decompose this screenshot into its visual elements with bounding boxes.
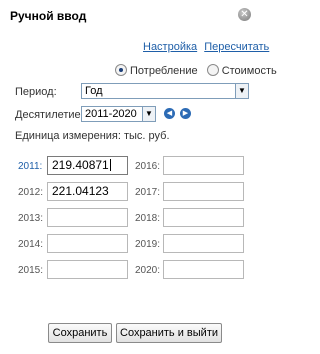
period-select[interactable]: Год ▼ — [81, 83, 249, 99]
save-button[interactable]: Сохранить — [48, 323, 112, 343]
year-2017-input[interactable] — [163, 182, 244, 201]
year-2016-label: 2016: — [135, 161, 161, 172]
chevron-down-icon: ▼ — [142, 107, 155, 121]
year-2014-label: 2014: — [18, 239, 44, 250]
year-2018-label: 2018: — [135, 213, 161, 224]
year-2012-value: 221.04123 — [52, 184, 109, 198]
year-2012-label: 2012: — [18, 187, 44, 198]
recalculate-link[interactable]: Пересчитать — [204, 41, 269, 53]
chevron-down-icon: ▼ — [235, 84, 248, 98]
period-select-value: Год — [85, 85, 103, 97]
radio-consumption[interactable] — [115, 64, 127, 76]
mode-radio-group: Потребление Стоимость — [115, 64, 283, 77]
year-2013-input[interactable] — [47, 208, 128, 227]
year-2019-input[interactable] — [163, 234, 244, 253]
radio-cost[interactable] — [206, 64, 219, 76]
year-2017-label: 2017: — [135, 187, 161, 198]
year-2013-label: 2013: — [18, 213, 44, 224]
text-caret — [109, 159, 111, 171]
year-2015-label: 2015: — [18, 265, 44, 276]
year-2011-input[interactable]: 219.40871 — [47, 156, 128, 175]
year-2011-value: 219.40871 — [52, 158, 109, 172]
year-2011-label: 2011: — [18, 161, 43, 172]
year-2020-label: 2020: — [135, 265, 161, 276]
year-2012-input[interactable]: 221.04123 — [47, 182, 128, 201]
period-label: Период: — [15, 86, 57, 98]
year-2014-input[interactable] — [47, 234, 128, 253]
year-2015-input[interactable] — [47, 260, 128, 279]
radio-cost-label: Стоимость — [221, 65, 277, 77]
year-2018-input[interactable] — [163, 208, 244, 227]
decade-label: Десятилетие: — [15, 109, 84, 121]
decade-select[interactable]: 2011-2020 ▼ — [81, 106, 156, 122]
year-2020-input[interactable] — [163, 260, 244, 279]
settings-link[interactable]: Настройка — [143, 41, 197, 53]
decade-select-value: 2011-2020 — [85, 108, 137, 120]
header-links: Настройка Пересчитать — [143, 41, 269, 53]
arrow-right-icon[interactable]: ▶ — [180, 108, 191, 119]
close-icon[interactable]: ✕ — [238, 8, 251, 21]
unit-label: Единица измерения: тыс. руб. — [15, 130, 170, 142]
dialog-title: Ручной ввод — [10, 9, 87, 23]
year-2016-input[interactable] — [163, 156, 244, 175]
manual-input-dialog: Ручной ввод ✕ Настройка Пересчитать Потр… — [0, 0, 277, 354]
save-and-exit-button[interactable]: Сохранить и выйти — [116, 323, 222, 343]
year-2019-label: 2019: — [135, 239, 161, 250]
radio-consumption-label: Потребление — [130, 65, 198, 77]
arrow-left-icon[interactable]: ◀ — [164, 108, 175, 119]
